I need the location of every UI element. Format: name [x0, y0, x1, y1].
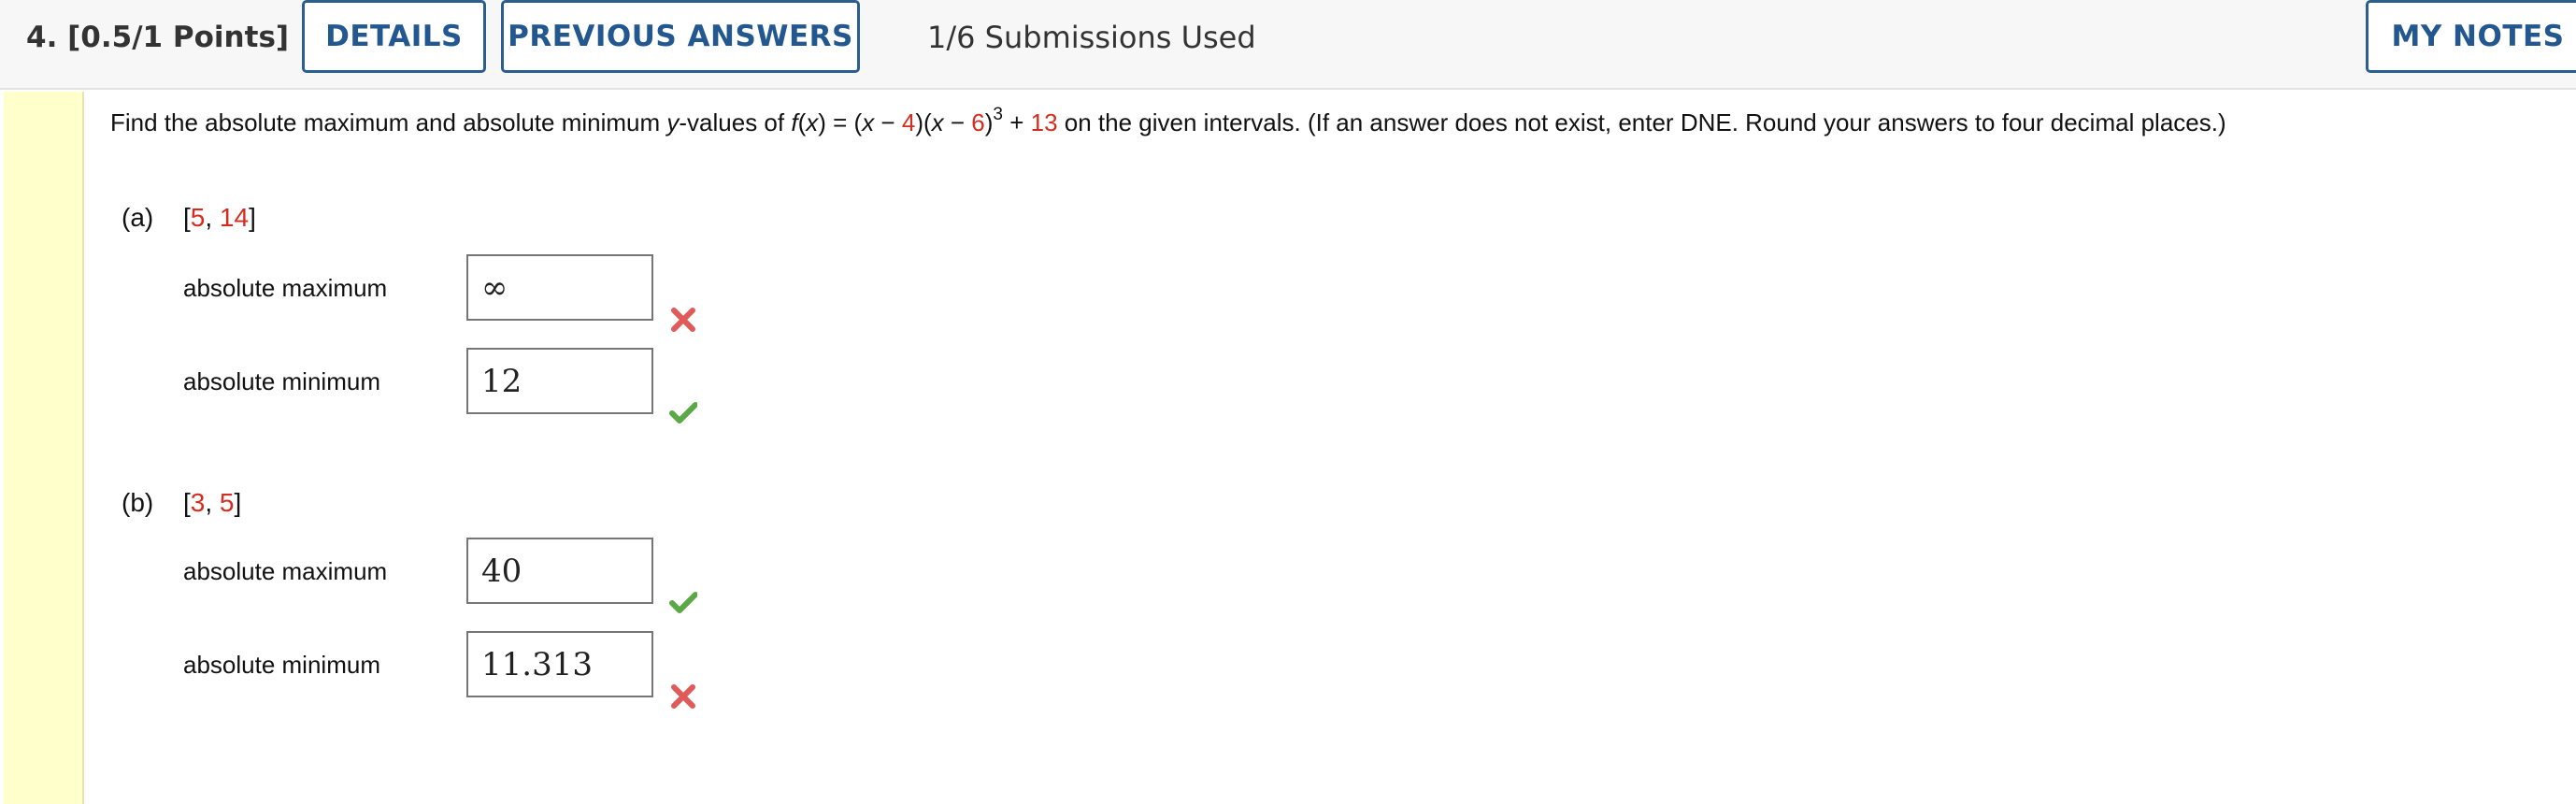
- my-notes-button[interactable]: MY NOTES: [2366, 0, 2576, 73]
- previous-answers-button[interactable]: PREVIOUS ANSWERS: [501, 0, 860, 73]
- correct-icon: [669, 398, 698, 426]
- part-a-min-input[interactable]: 12: [466, 348, 653, 414]
- submissions-count: 1/6 Submissions Used: [927, 20, 1256, 55]
- incorrect-icon: [669, 306, 697, 334]
- part-a-min-label: absolute minimum: [183, 367, 380, 395]
- question-side-strip: [4, 92, 84, 804]
- part-b-max-input[interactable]: 40: [466, 538, 653, 604]
- question-title: 4. [0.5/1 Points]: [26, 21, 290, 54]
- details-button[interactable]: DETAILS: [302, 0, 486, 73]
- incorrect-icon: [669, 682, 697, 711]
- part-a-label: (a) [5, 14]: [122, 203, 256, 232]
- part-a-max-label: absolute maximum: [183, 274, 388, 302]
- question-prompt: Find the absolute maximum and absolute m…: [110, 105, 2226, 136]
- question-header: 4. [0.5/1 Points] DETAILS PREVIOUS ANSWE…: [0, 0, 2576, 90]
- part-b-max-label: absolute maximum: [183, 557, 388, 585]
- part-b-min-input[interactable]: 11.313: [466, 631, 653, 697]
- part-a-max-input[interactable]: ∞: [466, 254, 653, 321]
- part-b-label: (b) [3, 5]: [122, 488, 242, 517]
- part-b-min-label: absolute minimum: [183, 651, 380, 679]
- correct-icon: [669, 588, 698, 616]
